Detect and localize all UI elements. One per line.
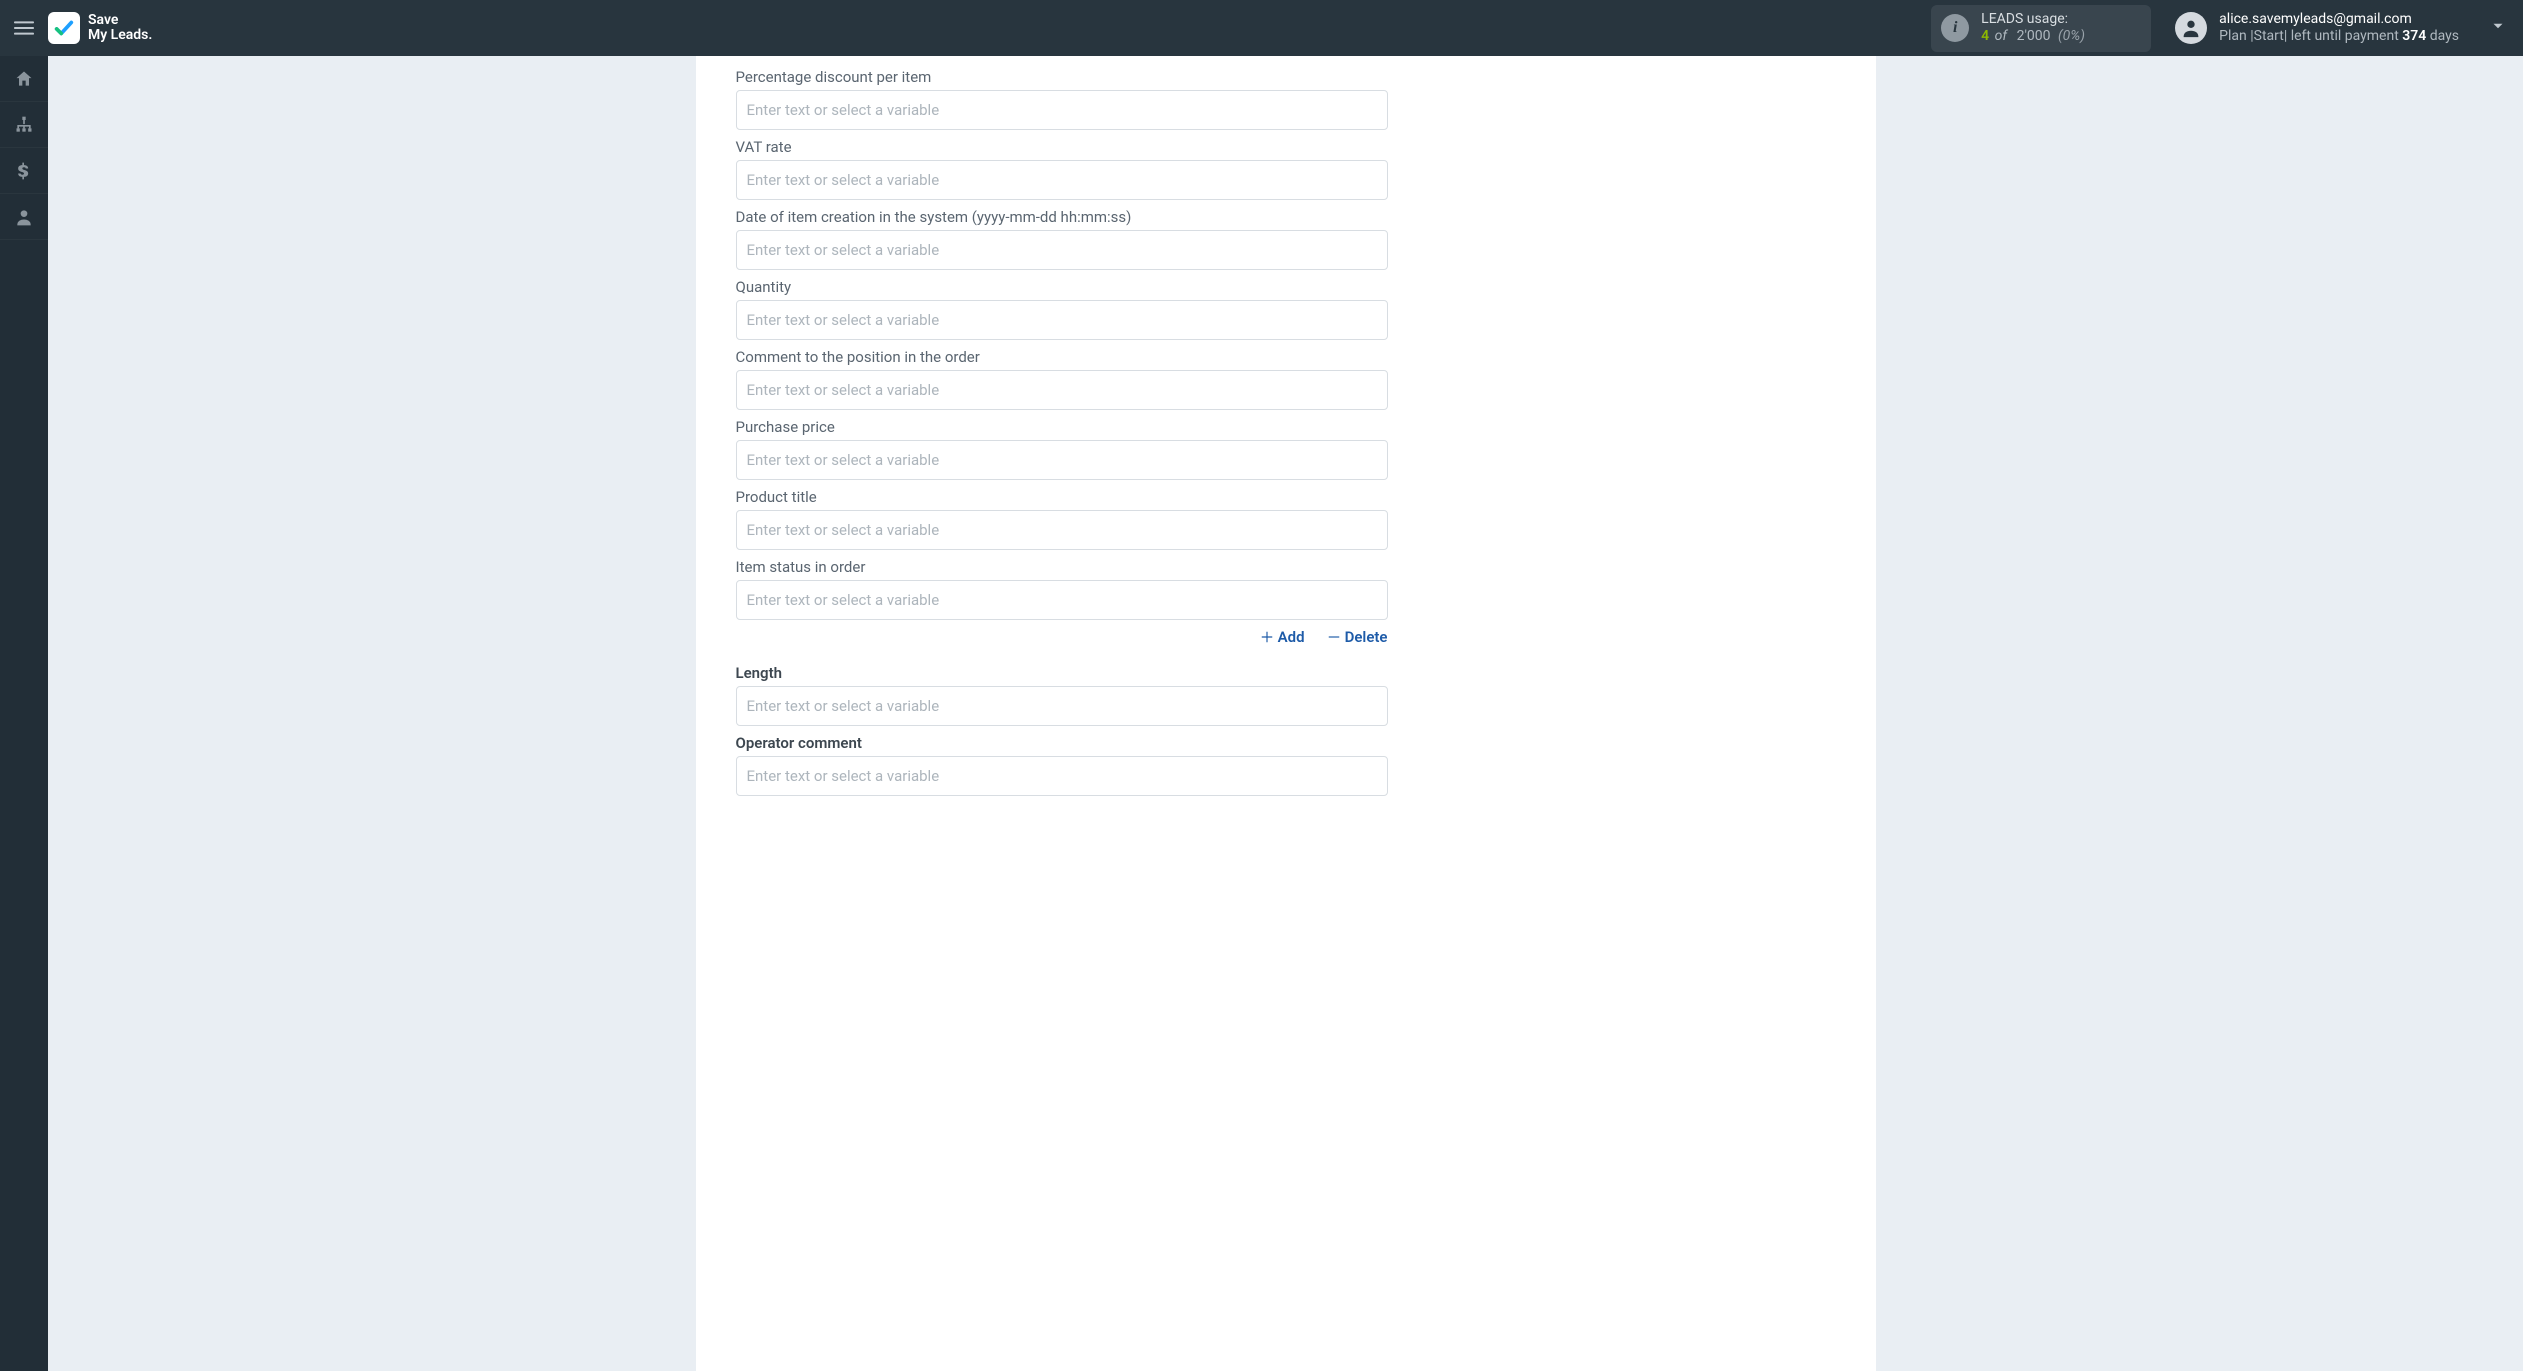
main-scroll[interactable]: Percentage discount per item VAT rate Date…: [48, 56, 2523, 1371]
sidebar-item-account[interactable]: [0, 194, 48, 240]
field-label-created_at: Date of item creation in the system (yyy…: [736, 208, 1836, 226]
field-quantity: Quantity: [736, 278, 1836, 340]
field-label-item_status: Item status in order: [736, 558, 1836, 576]
topbar: Save My Leads. i LEADS usage: 4 of 2'000…: [0, 0, 2523, 56]
field-label-percentage_discount: Percentage discount per item: [736, 68, 1836, 86]
sidebar-item-connections[interactable]: [0, 102, 48, 148]
account-plan: Plan |Start| left until payment 374 days: [2219, 28, 2459, 46]
field-input-created_at[interactable]: [736, 230, 1388, 270]
field-purchase_price: Purchase price: [736, 418, 1836, 480]
field-label-quantity: Quantity: [736, 278, 1836, 296]
field-input-purchase_price[interactable]: [736, 440, 1388, 480]
sidebar-item-home[interactable]: [0, 56, 48, 102]
leads-usage-title: LEADS usage:: [1981, 11, 2085, 29]
field-operator_comment: Operator comment: [736, 734, 1836, 796]
account-email: alice.savemyleads@gmail.com: [2219, 11, 2459, 29]
field-position_comment: Comment to the position in the order: [736, 348, 1836, 410]
field-input-quantity[interactable]: [736, 300, 1388, 340]
leads-usage-percent: (0%): [2058, 28, 2085, 44]
account-menu[interactable]: alice.savemyleads@gmail.com Plan |Start|…: [2175, 11, 2507, 46]
field-label-length: Length: [736, 664, 1836, 682]
field-input-product_title[interactable]: [736, 510, 1388, 550]
leads-usage-value: 4: [1981, 28, 1989, 44]
plus-icon: [1260, 630, 1274, 644]
brand-text: Save My Leads.: [88, 13, 152, 44]
field-input-vat_rate[interactable]: [736, 160, 1388, 200]
brand-logo-icon: [48, 12, 80, 44]
add-item-button[interactable]: Add: [1260, 628, 1305, 646]
leads-usage-text: LEADS usage: 4 of 2'000 (0%): [1981, 11, 2085, 46]
field-input-percentage_discount[interactable]: [736, 90, 1388, 130]
field-input-position_comment[interactable]: [736, 370, 1388, 410]
chevron-down-icon[interactable]: [2489, 17, 2507, 39]
field-label-vat_rate: VAT rate: [736, 138, 1836, 156]
field-input-item_status[interactable]: [736, 580, 1388, 620]
delete-item-button[interactable]: Delete: [1327, 628, 1388, 646]
sidebar-item-billing[interactable]: [0, 148, 48, 194]
form-card: Percentage discount per item VAT rate Date…: [696, 56, 1876, 1371]
info-icon: i: [1941, 14, 1969, 42]
field-length: Length: [736, 664, 1836, 726]
field-label-position_comment: Comment to the position in the order: [736, 348, 1836, 366]
field-created_at: Date of item creation in the system (yyy…: [736, 208, 1836, 270]
field-label-product_title: Product title: [736, 488, 1836, 506]
item-row-actions: Add Delete: [736, 628, 1388, 646]
field-percentage_discount: Percentage discount per item: [736, 68, 1836, 130]
avatar-icon: [2175, 12, 2207, 44]
sidebar: [0, 56, 48, 1371]
menu-toggle[interactable]: [0, 0, 48, 56]
field-input-length[interactable]: [736, 686, 1388, 726]
leads-usage-box[interactable]: i LEADS usage: 4 of 2'000 (0%): [1931, 5, 2151, 52]
field-input-operator_comment[interactable]: [736, 756, 1388, 796]
field-label-operator_comment: Operator comment: [736, 734, 1836, 752]
field-item_status: Item status in order: [736, 558, 1836, 620]
field-label-purchase_price: Purchase price: [736, 418, 1836, 436]
field-vat_rate: VAT rate: [736, 138, 1836, 200]
account-info: alice.savemyleads@gmail.com Plan |Start|…: [2219, 11, 2459, 46]
field-product_title: Product title: [736, 488, 1836, 550]
brand[interactable]: Save My Leads.: [48, 12, 152, 44]
minus-icon: [1327, 630, 1341, 644]
